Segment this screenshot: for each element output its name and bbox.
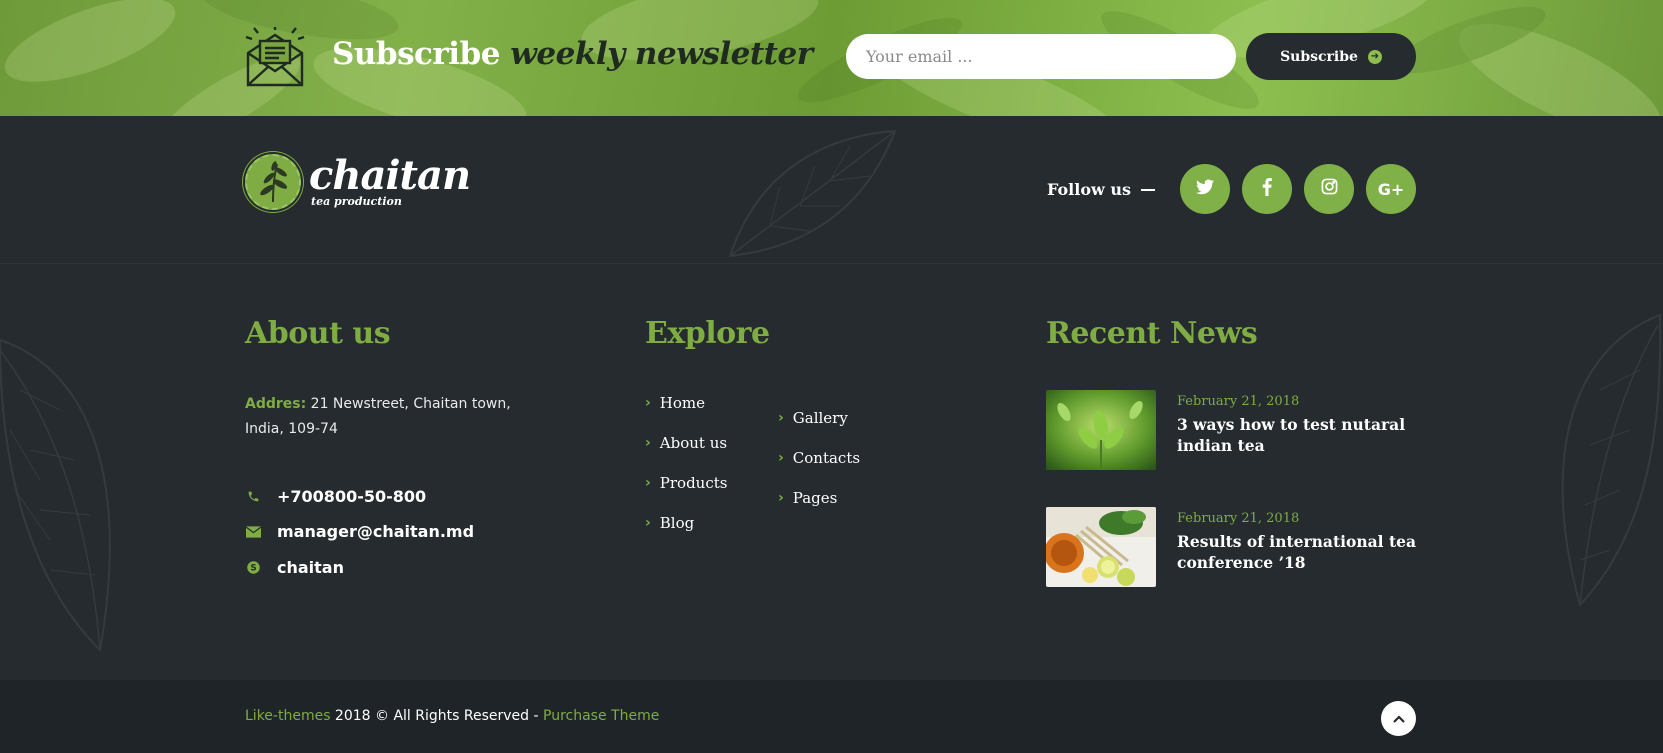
decorative-leaf-icon <box>0 338 111 653</box>
facebook-icon <box>1262 177 1272 201</box>
news-date: February 21, 2018 <box>1177 394 1300 409</box>
explore-link-label: Products <box>659 474 728 492</box>
decorative-leaf-icon <box>728 129 897 258</box>
tea-leaf-logo-icon <box>245 154 301 210</box>
explore-link-home[interactable]: › Home <box>645 394 705 412</box>
newsletter-title-emphasis: weekly newsletter <box>510 36 813 72</box>
about-title: About us <box>245 316 391 351</box>
explore-link-label: Contacts <box>792 449 861 467</box>
explore-link-label: Gallery <box>792 409 848 427</box>
footer-bottom-bar: Like-themes 2018 © All Rights Reserved -… <box>0 680 1663 753</box>
news-title-link[interactable]: Results of international tea conference … <box>1177 531 1422 573</box>
brand-row: chaitan tea production Follow us G+ <box>0 116 1663 264</box>
email-contact[interactable]: manager@chaitan.md <box>245 522 474 541</box>
explore-link-pages[interactable]: › Pages <box>778 489 837 507</box>
news-thumbnail-tea-conference[interactable] <box>1046 507 1156 587</box>
recent-news-title: Recent News <box>1046 316 1258 351</box>
chevron-right-icon: › <box>778 450 784 466</box>
subscribe-button-label: Subscribe <box>1280 48 1358 65</box>
explore-link-label: Pages <box>792 489 838 507</box>
facebook-button[interactable] <box>1242 164 1292 214</box>
explore-link-products[interactable]: › Products <box>645 474 727 492</box>
newsletter-band: Subscribe weekly newsletter Subscribe ➜ <box>0 0 1663 116</box>
follow-dash <box>1140 188 1155 191</box>
google-plus-icon: G+ <box>1377 179 1405 199</box>
phone-number: +700800-50-800 <box>277 487 427 506</box>
email-address: manager@chaitan.md <box>277 522 475 541</box>
twitter-button[interactable] <box>1180 164 1230 214</box>
purchase-theme-link[interactable]: Purchase Theme <box>543 708 659 724</box>
explore-link-label: Home <box>659 394 705 412</box>
instagram-icon <box>1321 178 1338 200</box>
copyright: Like-themes 2018 © All Rights Reserved -… <box>245 708 659 724</box>
email-input[interactable] <box>846 34 1236 79</box>
skype-name: chaitan <box>277 558 344 577</box>
explore-title: Explore <box>645 316 770 351</box>
news-thumbnail-tea-leaves[interactable] <box>1046 390 1156 470</box>
follow-us-label: Follow us <box>1047 180 1155 199</box>
decorative-leaf-icon <box>1561 313 1662 608</box>
address-block: Addres: 21 Newstreet, Chaitan town, Indi… <box>245 392 515 442</box>
chevron-up-icon <box>1392 711 1405 727</box>
subscribe-button[interactable]: Subscribe ➜ <box>1246 33 1416 80</box>
chevron-right-icon: › <box>778 490 784 506</box>
envelope-icon <box>245 524 261 540</box>
explore-link-label: Blog <box>659 514 695 532</box>
newsletter-envelope-icon <box>244 25 306 89</box>
chevron-right-icon: › <box>645 515 651 531</box>
explore-link-gallery[interactable]: › Gallery <box>778 409 848 427</box>
copyright-text: 2018 © All Rights Reserved - <box>330 708 543 724</box>
arrow-right-icon: ➜ <box>1367 49 1382 64</box>
skype-contact[interactable]: S chaitan <box>245 558 344 577</box>
phone-icon <box>245 489 261 505</box>
skype-icon: S <box>245 560 261 576</box>
instagram-button[interactable] <box>1304 164 1354 214</box>
newsletter-title: Subscribe weekly newsletter <box>332 36 813 72</box>
svg-text:S: S <box>250 564 256 574</box>
explore-link-contacts[interactable]: › Contacts <box>778 449 860 467</box>
logo-name: chaitan <box>309 151 471 199</box>
explore-link-blog[interactable]: › Blog <box>645 514 694 532</box>
twitter-icon <box>1196 179 1214 200</box>
address-label: Addres: <box>245 396 307 412</box>
chevron-right-icon: › <box>645 435 651 451</box>
chevron-right-icon: › <box>645 475 651 491</box>
follow-us-text: Follow us <box>1047 180 1131 199</box>
news-date: February 21, 2018 <box>1177 511 1300 526</box>
chevron-right-icon: › <box>778 410 784 426</box>
news-title-link[interactable]: 3 ways how to test nutaral indian tea <box>1177 414 1422 456</box>
like-themes-link[interactable]: Like-themes <box>245 708 330 724</box>
newsletter-title-main: Subscribe <box>332 36 500 72</box>
google-plus-button[interactable]: G+ <box>1366 164 1416 214</box>
chevron-right-icon: › <box>645 395 651 411</box>
scroll-to-top-button[interactable] <box>1381 701 1416 736</box>
explore-link-label: About us <box>659 434 728 452</box>
phone-contact[interactable]: +700800-50-800 <box>245 487 426 506</box>
logo[interactable]: chaitan tea production <box>245 151 471 210</box>
explore-link-about-us[interactable]: › About us <box>645 434 727 452</box>
